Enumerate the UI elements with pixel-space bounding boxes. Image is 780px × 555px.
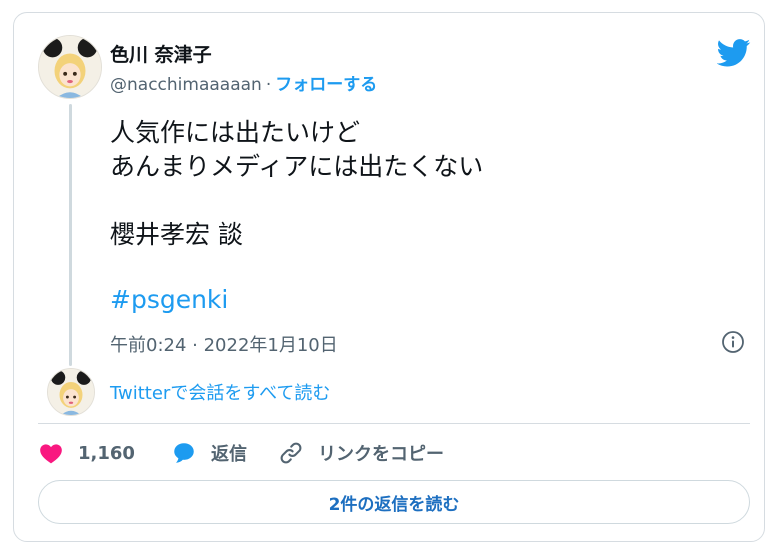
reply-label: 返信 — [211, 444, 247, 465]
reply-bubble-icon — [174, 443, 194, 463]
heart-icon — [40, 444, 62, 464]
copy-link-button[interactable]: リンクをコピー — [278, 438, 444, 468]
follow-link[interactable]: フォローする — [275, 75, 377, 95]
read-conversation-link[interactable]: Twitterで会話をすべて読む — [110, 379, 330, 405]
tweet-line-2: あんまりメディアには出たくない — [110, 152, 484, 181]
tweet-line-1: 人気作には出たいけど — [110, 118, 361, 147]
read-replies-button[interactable]: 2件の返信を読む — [38, 480, 750, 524]
reply-button[interactable]: 返信 — [171, 438, 247, 468]
embedded-tweet-card: 色川 奈津子 @nacchimaaaaan · フォローする 人気作には出たいけど … — [13, 12, 765, 542]
copy-link-label: リンクをコピー — [318, 444, 444, 465]
author-name[interactable]: 色川 奈津子 — [110, 40, 212, 67]
tweet-line-gap — [110, 184, 483, 218]
actions-divider — [38, 423, 750, 424]
thread-line — [69, 104, 72, 366]
twitter-bird-icon[interactable] — [717, 39, 751, 67]
thread-avatar[interactable] — [47, 368, 95, 416]
like-button[interactable]: 1,160 — [38, 438, 135, 468]
author-handle-row: @nacchimaaaaan · フォローする — [110, 70, 377, 95]
author-avatar[interactable] — [38, 35, 102, 99]
hashtag-link[interactable]: #psgenki — [110, 285, 228, 314]
separator-dot: · — [265, 75, 272, 95]
tweet-text: 人気作には出たいけど あんまりメディアには出たくない 櫻井孝宏 談 — [110, 116, 483, 252]
like-count: 1,160 — [78, 442, 135, 464]
author-handle[interactable]: @nacchimaaaaan — [110, 75, 262, 95]
tweet-timestamp[interactable]: 午前0:24 · 2022年1月10日 — [110, 331, 338, 357]
link-icon — [280, 442, 302, 464]
info-icon[interactable] — [721, 330, 745, 354]
tweet-line-3: 櫻井孝宏 談 — [110, 220, 243, 249]
